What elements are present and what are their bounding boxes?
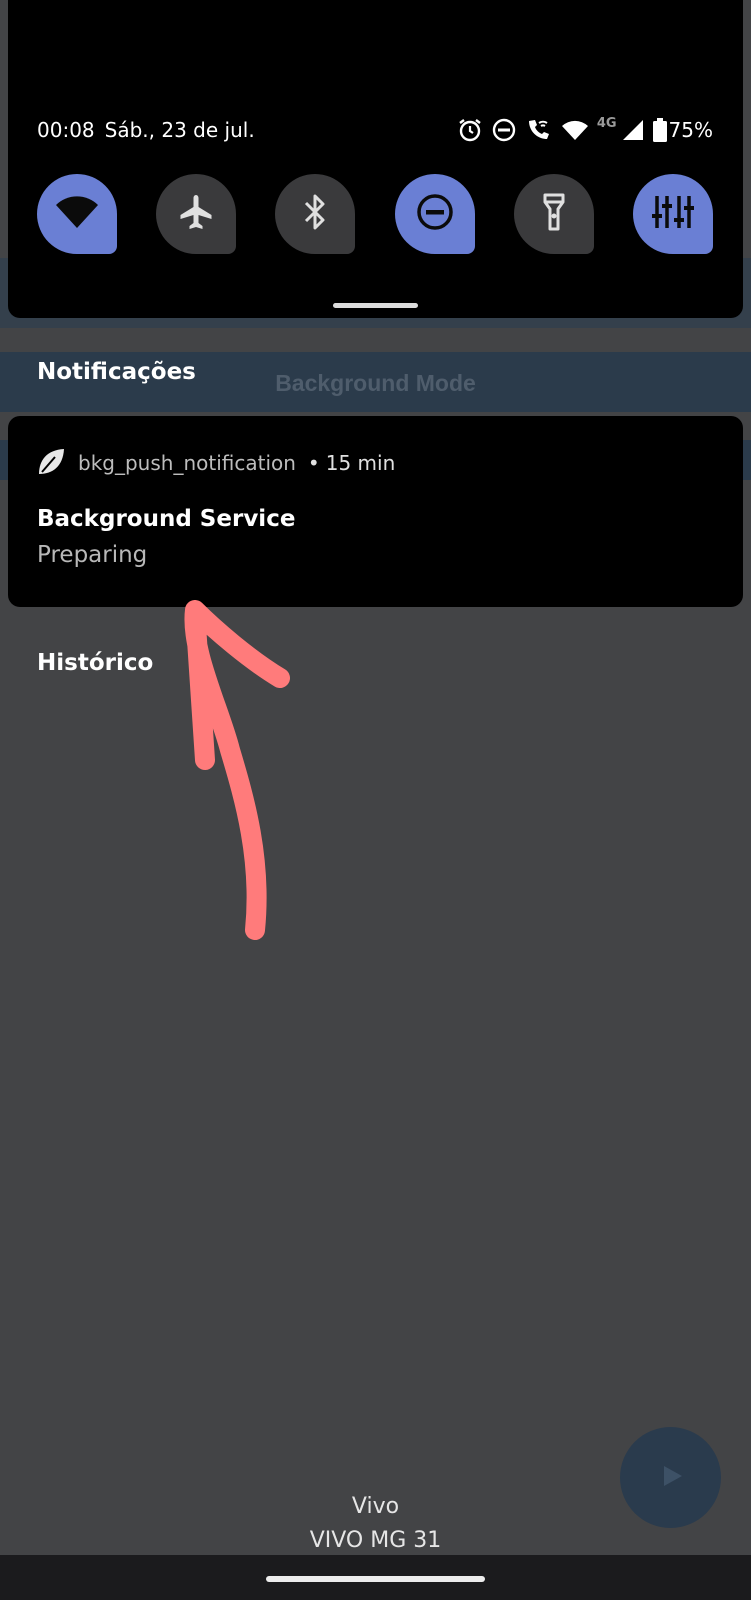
home-gesture-handle[interactable] (266, 1576, 485, 1582)
carrier-detail: VIVO MG 31 (309, 1528, 442, 1553)
play-icon (656, 1461, 686, 1495)
carrier-name: Vivo (351, 1494, 400, 1519)
annotation-arrow (184, 600, 290, 940)
